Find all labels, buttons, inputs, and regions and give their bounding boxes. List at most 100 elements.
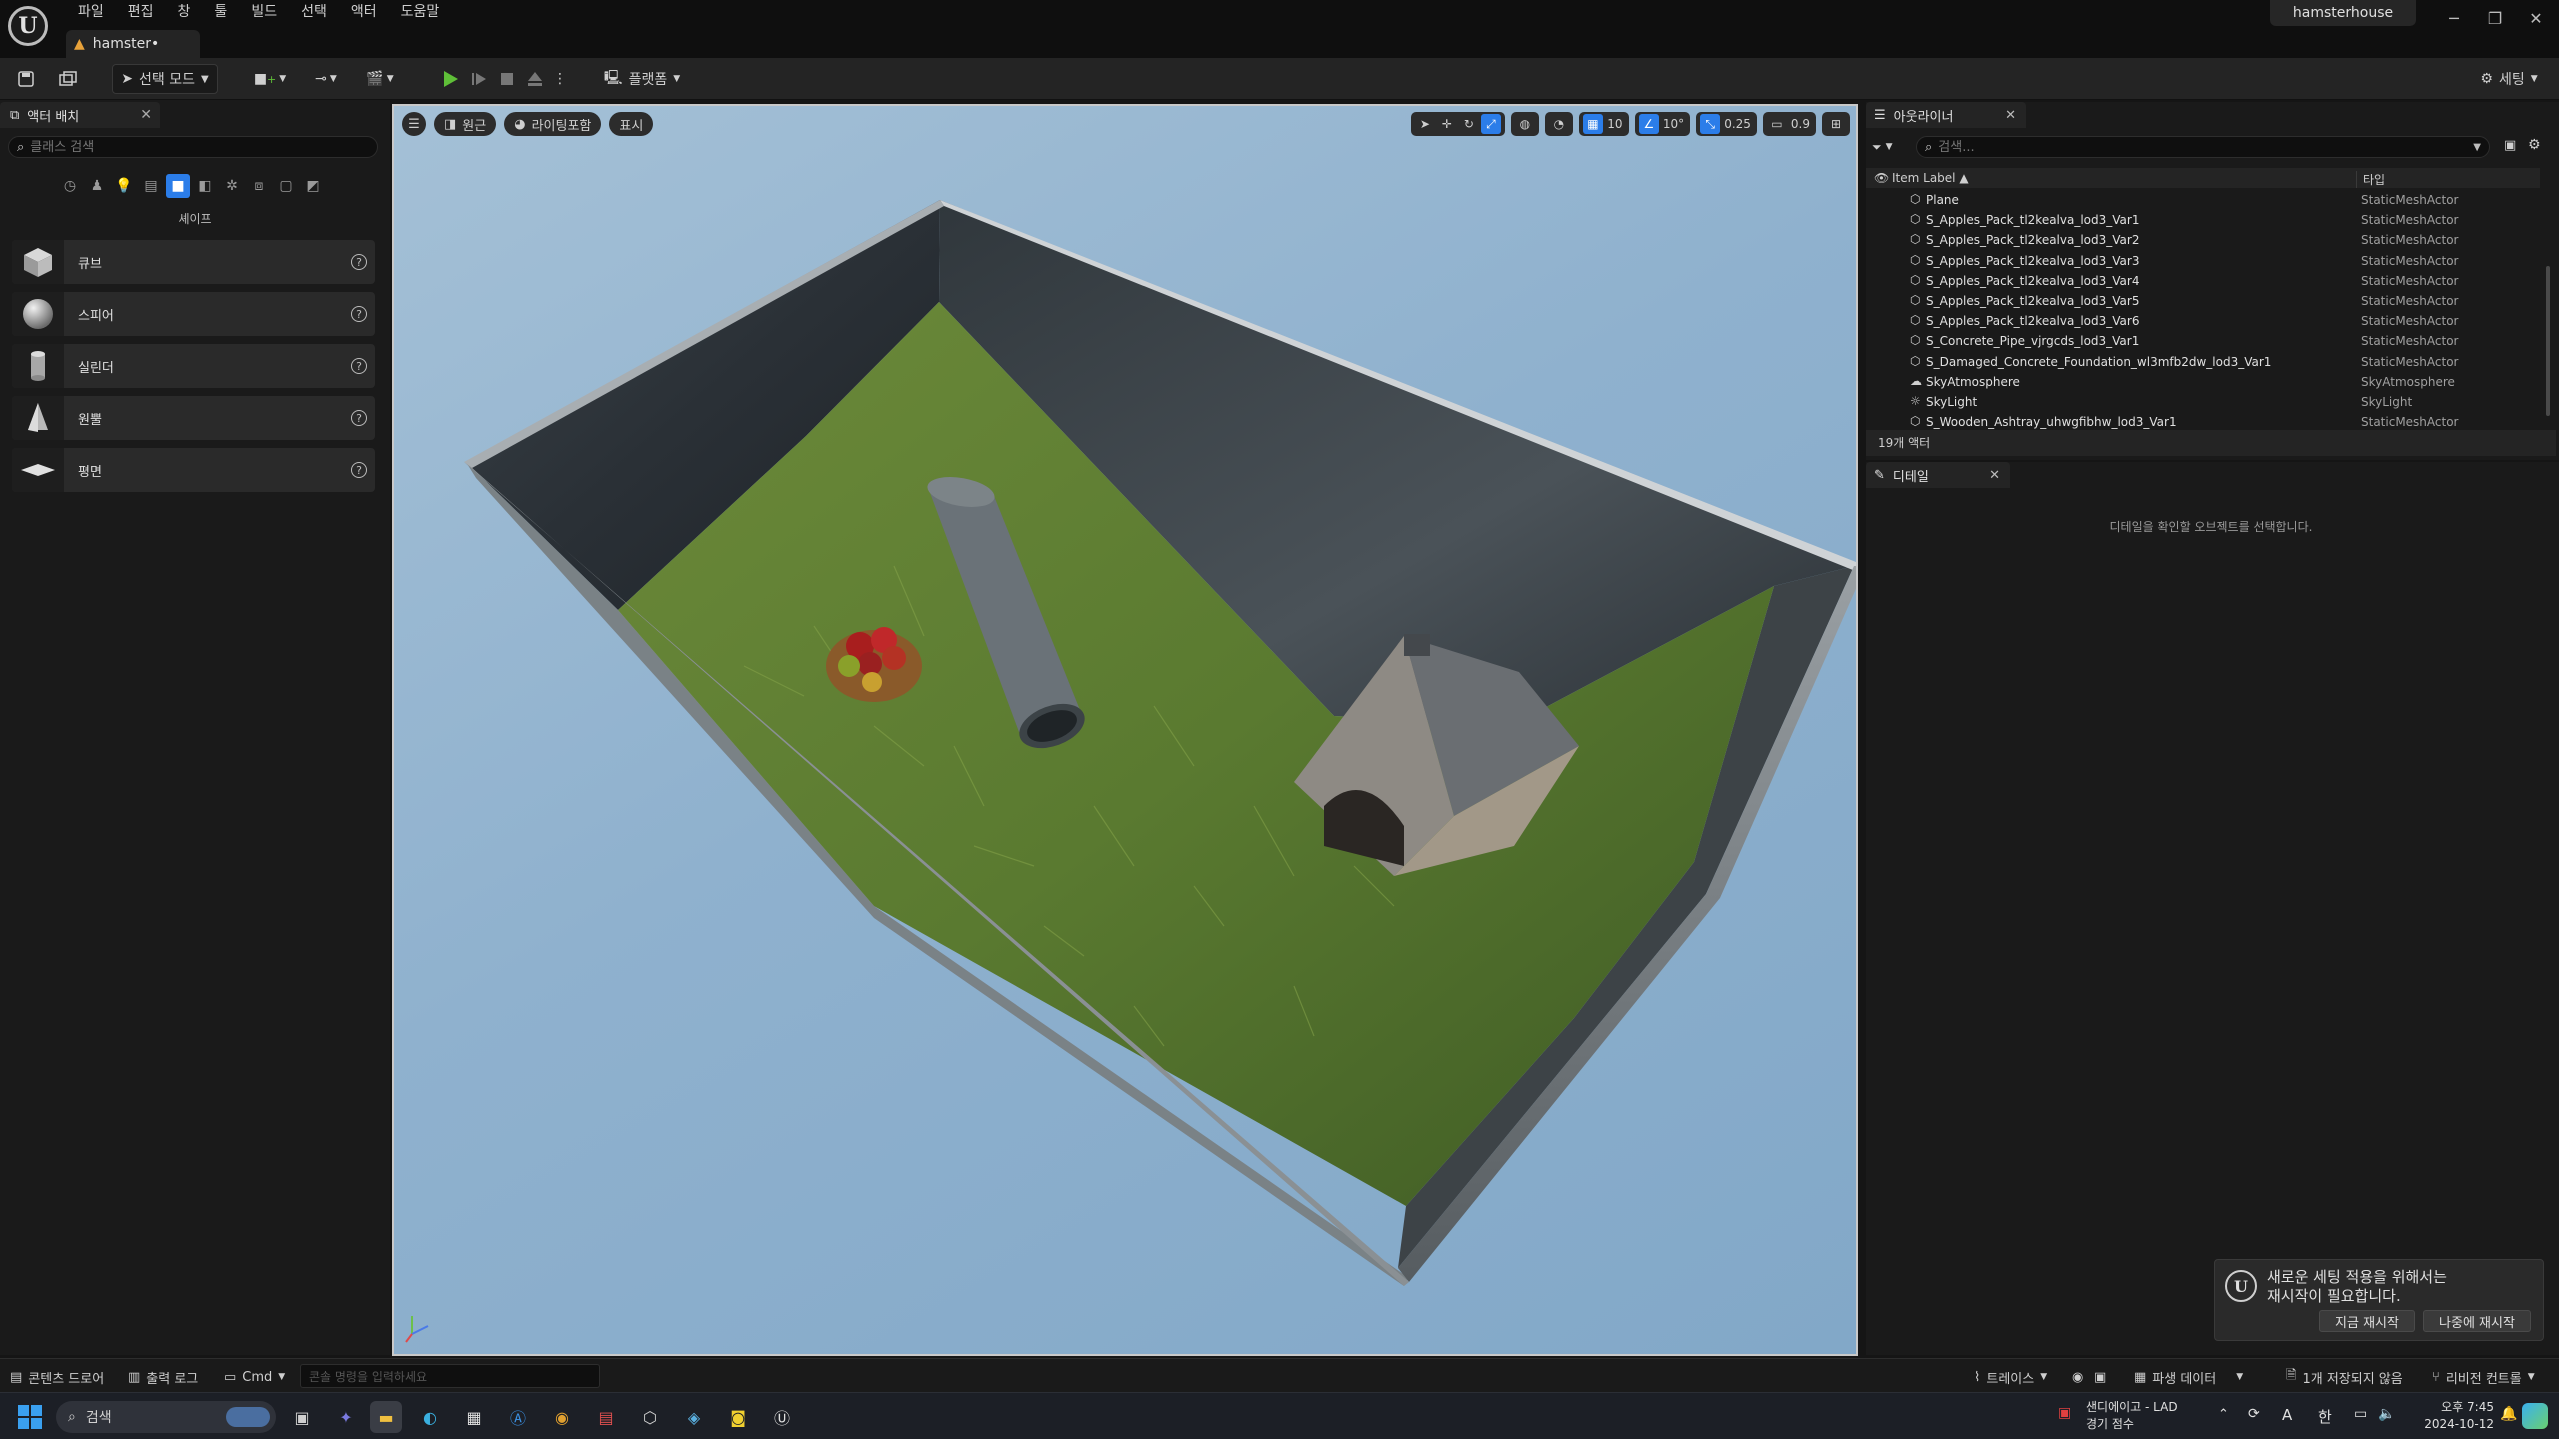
outliner-search-field[interactable] [1938,139,2390,155]
viewport-menu-icon[interactable]: ☰ [402,112,426,136]
shape-item-cube[interactable]: 큐브 ? [12,240,375,284]
file-explorer-icon[interactable]: ▬ [370,1401,402,1433]
cinematic-category-icon[interactable]: ▤ [139,174,163,198]
content-drawer-button[interactable]: ▤ 콘텐츠 드로어 [10,1367,104,1387]
sync-icon[interactable]: ⟳ [2248,1406,2260,1422]
cmd-dropdown[interactable]: ▭ Cmd ▼ [224,1367,285,1387]
steam-icon[interactable]: ◈ [678,1401,710,1433]
kakaotalk-icon[interactable]: ◙ [722,1401,754,1433]
teams-icon[interactable]: ✦ [330,1401,362,1433]
help-icon[interactable]: ? [351,462,367,478]
clock[interactable]: 오후 7:45 2024-10-12 [2414,1399,2494,1433]
screenshot-icon[interactable]: ▣ [2094,1367,2106,1387]
grid-snap-icon[interactable]: ▦ [1582,114,1603,134]
shape-item-plane[interactable]: 평면 ? [12,448,375,492]
show-hidden-icons[interactable]: ⌃ [2218,1407,2229,1422]
restore-icon[interactable]: ❐ [2481,4,2509,32]
more-category-icon[interactable]: ◩ [301,174,325,198]
close-tab-icon[interactable]: ✕ [2005,108,2016,123]
revision-control-dropdown[interactable]: ⑂ 리비전 컨트롤 ▼ [2432,1367,2535,1387]
level-viewport[interactable]: ☰ ◨ 원근 ◕ 라이팅포함 표시 ➤ ✛ ↻ ⤢ ◍ ◔ ▦ 10 ∠ 10°… [392,104,1858,1356]
gear-icon[interactable]: ⚙ [2528,137,2541,153]
windows-start-icon[interactable] [18,1405,42,1433]
unsaved-assets-button[interactable]: 🗎 1개 저장되지 않음 [2286,1367,2403,1387]
visibility-eye-icon[interactable]: 👁 [1874,171,1889,185]
menu-file[interactable]: 파일 [66,1,116,23]
copilot-icon[interactable] [2522,1403,2548,1429]
restart-later-button[interactable]: 나중에 재시작 [2423,1310,2531,1332]
menu-tools[interactable]: 툴 [202,1,239,23]
filter-button[interactable]: ⏷ ▼ [1872,136,1908,158]
blueprint-button[interactable]: ⊸ ▼ [306,64,346,94]
scale-tool-icon[interactable]: ⤢ [1480,114,1501,134]
lights-category-icon[interactable]: 💡 [112,174,136,198]
menu-edit[interactable]: 편집 [116,1,166,23]
close-tab-icon[interactable]: ✕ [140,107,152,123]
select-tool-icon[interactable]: ➤ [1415,114,1435,134]
ime-mode[interactable]: A [2282,1406,2292,1424]
trace-dropdown[interactable]: ⌇ 트레이스 ▼ [1974,1367,2047,1387]
minimize-icon[interactable]: ─ [2440,4,2468,32]
store-icon[interactable]: ▦ [458,1401,490,1433]
column-item-label[interactable]: Item Label ▲ [1892,171,1969,185]
add-folder-icon[interactable]: ▣ [2504,138,2516,153]
class-search-field[interactable] [30,139,319,155]
layout-icon[interactable]: ⊞ [1826,114,1846,134]
outliner-row[interactable]: ⬡ S_Apples_Pack_tl2kealva_lod3_Var2 Static… [1866,230,2540,250]
camera-speed[interactable]: ▭ 0.9 [1762,112,1816,136]
recent-category-icon[interactable]: ◷ [58,174,82,198]
outliner-tab[interactable]: ☰ 아웃라이너 ✕ [1866,102,2026,128]
outliner-row[interactable]: ⬡ S_Concrete_Pipe_vjrgcds_lod3_Var1 Static… [1866,331,2540,351]
play-button[interactable] [440,64,462,94]
app-store-icon[interactable]: Ⓐ [502,1401,534,1433]
menu-help[interactable]: 도움말 [389,1,452,23]
stop-button[interactable] [496,64,518,94]
unreal-engine-taskbar-icon[interactable]: Ⓤ [766,1401,798,1433]
step-button[interactable] [468,64,490,94]
add-actor-button[interactable]: ■+ ▼ [250,64,290,94]
volume-icon[interactable]: 🔈 [2378,1406,2395,1422]
outliner-row[interactable]: ☁ SkyAtmosphere SkyAtmosphere [1866,372,2540,392]
derived-data-dropdown[interactable]: ▦ 파생 데이터 ▼ [2134,1367,2243,1387]
menu-actor[interactable]: 액터 [339,1,389,23]
chrome-icon[interactable]: ◉ [546,1401,578,1433]
console-input[interactable]: 콘솔 명령을 입력하세요 [300,1364,600,1388]
shape-item-sphere[interactable]: 스피어 ? [12,292,375,336]
surface-snap-icon[interactable]: ◔ [1549,114,1569,134]
sports-badge-icon[interactable]: ▣ [2058,1405,2071,1421]
class-search-input[interactable]: ⌕ [8,136,378,158]
rotation-snap-icon[interactable]: ∠ [1638,114,1659,134]
unreal-logo-icon[interactable]: U [8,6,48,46]
taskbar-search[interactable]: ⌕ 검색 [56,1401,276,1433]
notification-bell-icon[interactable]: 🔔 [2500,1406,2517,1422]
taskbar-app-icon[interactable]: ▤ [590,1401,622,1433]
outliner-search-input[interactable]: ⌕ ▼ [1916,136,2490,158]
record-icon[interactable]: ◉ [2072,1367,2083,1387]
level-tab[interactable]: ▲ hamster• [66,30,200,58]
save-icon[interactable] [14,64,38,94]
eject-button[interactable] [524,64,546,94]
menu-window[interactable]: 창 [166,1,203,23]
show-button[interactable]: 표시 [609,112,654,136]
help-icon[interactable]: ? [351,306,367,322]
place-actors-tab[interactable]: ⧉ 액터 배치 ✕ [0,102,160,128]
edge-icon[interactable]: ◐ [414,1401,446,1433]
shapes-category-icon[interactable]: ■ [166,174,190,198]
platforms-dropdown[interactable]: 🖳 플랫폼 ▼ [600,64,684,94]
sports-notification[interactable]: 샌디에이고 - LAD 경기 점수 [2086,1399,2178,1433]
volumes-category-icon[interactable]: ◧ [193,174,217,198]
help-icon[interactable]: ? [351,358,367,374]
camera-icon[interactable]: ▭ [1767,114,1787,134]
chevron-down-icon[interactable]: ▼ [2473,142,2481,153]
rotation-snap[interactable]: ∠ 10° [1634,112,1691,136]
outliner-row[interactable]: ⬡ S_Apples_Pack_tl2kealva_lod3_Var3 Static… [1866,251,2540,271]
menu-build[interactable]: 빌드 [239,1,289,23]
details-tab[interactable]: ✎ 디테일 ✕ [1866,462,2010,488]
unity-icon[interactable]: ⬡ [634,1401,666,1433]
outliner-row[interactable]: ⬡ S_Apples_Pack_tl2kealva_lod3_Var6 Static… [1866,311,2540,331]
help-icon[interactable]: ? [351,254,367,270]
close-icon[interactable]: ✕ [2522,4,2550,32]
shape-item-cylinder[interactable]: 실린더 ? [12,344,375,388]
outliner-scrollbar[interactable] [2546,266,2550,416]
outliner-row[interactable]: ☼ SkyLight SkyLight [1866,392,2540,412]
